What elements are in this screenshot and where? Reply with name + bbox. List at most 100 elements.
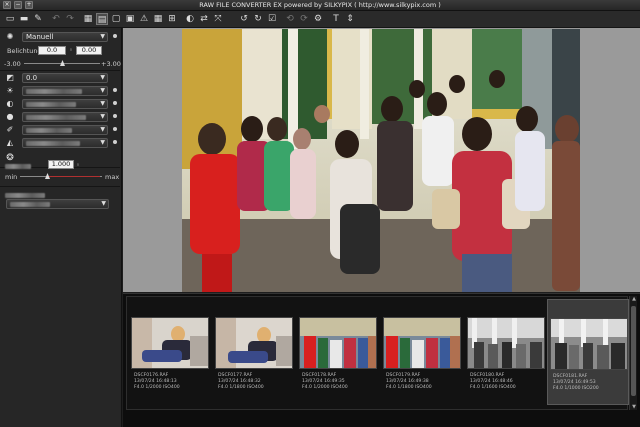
thumbnail-item[interactable]: DSCF0177.RAF 13/07/24 16:48:32 F4.0 1/18… [213,299,295,405]
divider [0,70,120,71]
scroll-up-icon[interactable]: ▲ [630,296,638,302]
thumbnail-exif: F4.0 1/1800 ISO400 [386,385,432,390]
scroll-down-icon[interactable]: ▼ [630,404,638,410]
reset-dot[interactable] [113,88,117,92]
chevron-down-icon: ▼ [101,200,106,207]
half-circle-icon: ◐ [6,99,14,108]
eraser-icon[interactable]: ✎ [32,13,44,25]
reset-dot[interactable] [113,127,117,131]
color-row: ● ▼ [0,111,122,123]
thumbnail-image [550,318,628,370]
thumbnail-item[interactable]: DSCF0178.RAF 13/07/24 16:49:35 F4.0 1/20… [297,299,379,405]
filmstrip: DSCF0176.RAF 13/07/24 16:48:13 F4.0 1/20… [123,293,640,427]
thumbnail-item[interactable]: DSCF0176.RAF 13/07/24 16:48:13 F4.0 1/20… [129,299,211,405]
thumbnail-item-selected[interactable]: DSCF0181.RAF 13/07/24 16:49:53 F4.0 1/10… [547,299,629,405]
belichtung-fine-input[interactable]: 0.00 [76,46,102,55]
max-label: max [105,173,120,181]
chevron-down-icon: ▼ [100,74,105,81]
settings-icon[interactable]: ⚙ [312,13,324,25]
gear-icon: ✺ [6,32,14,41]
text-tool-icon[interactable]: T [330,13,342,25]
output-select[interactable]: ▼ [6,199,109,209]
batch-icon[interactable]: ⟳ [298,13,310,25]
tone-select[interactable]: ▼ [22,99,108,109]
undo-icon[interactable]: ↶ [50,13,62,25]
belichtung-label: Belichtung [7,47,42,55]
gradient-icon: ◭ [6,138,14,147]
preview-photo[interactable] [182,29,580,292]
thumbnail-filename: DSCF0177.RAF [218,373,253,378]
range-min-label: -3.00 [4,60,21,68]
thumbnail-date: 13/07/24 16:48:32 [218,379,261,384]
thumbnail-exif: F4.0 1/1800 ISO400 [218,385,264,390]
tone-row: ◐ ▼ [0,98,122,110]
belichtung-input[interactable]: 0.0 [38,46,66,55]
white-balance-select[interactable]: Manuell ▼ [22,32,108,42]
thumbnail-date: 13/07/24 16:49:35 [302,379,345,384]
thumbnail-exif: F4.0 1/1600 ISO400 [470,385,516,390]
link-icon: ◦ [76,161,80,169]
rotate-left-icon[interactable]: ↺ [238,13,250,25]
color-select[interactable]: ▼ [22,112,108,122]
strength-input[interactable]: 1.000 [48,160,74,169]
folder-open-icon[interactable]: ▭ [4,13,16,25]
save-icon[interactable]: ▬ [18,13,30,25]
fullscreen-icon[interactable]: ▣ [124,13,136,25]
thumbnail-list: DSCF0176.RAF 13/07/24 16:48:13 F4.0 1/20… [126,296,629,410]
check-icon[interactable]: ☑ [266,13,278,25]
main-toolbar: ▭ ▬ ✎ ↶ ↷ ▦ ▤ ▢ ▣ ⚠ ▦ ⊞ ◐ ⇄ ⤧ ↺ ↻ ☑ ⟲ ⟳ … [0,11,640,28]
thumbnail-image [131,317,209,369]
filmstrip-view-icon[interactable]: ▤ [96,13,108,25]
range-max-label: +3.00 [101,60,121,68]
swap-icon[interactable]: ⇄ [198,13,210,25]
thumbnail-item[interactable]: DSCF0179.RAF 13/07/24 16:49:38 F4.0 1/18… [381,299,463,405]
link-icon: ◦ [69,46,73,54]
contrast-icon: ◩ [6,73,14,82]
strength-slider-fill [48,176,100,177]
thumbnail-image [299,317,377,369]
chevron-down-icon: ▼ [100,113,105,120]
thumbnail-exif: F4.0 1/2000 ISO400 [134,385,180,390]
chevron-down-icon: ▼ [100,126,105,133]
preview-area [123,28,640,292]
scrollbar-thumb[interactable] [631,306,636,396]
thumbnail-filename: DSCF0178.RAF [302,373,337,378]
thumbnail-item[interactable]: DSCF0180.RAF 13/07/24 16:48:46 F4.0 1/16… [465,299,547,405]
sharpness-select[interactable]: ▼ [22,86,108,96]
crop-grid-icon[interactable]: ⊞ [166,13,178,25]
white-balance-row: ✺ Manuell ▼ [0,31,122,43]
grid-view-icon[interactable]: ▦ [82,13,94,25]
convert-icon[interactable]: ⤧ [212,13,224,25]
thumbnail-image [467,317,545,369]
divider [0,186,120,187]
thumbnail-filename: DSCF0180.RAF [470,373,505,378]
warning-icon[interactable]: ⚠ [138,13,150,25]
develop-icon[interactable]: ⟲ [284,13,296,25]
navigator-icon[interactable]: ▦ [152,13,164,25]
chevron-down-icon: ▼ [100,87,105,94]
reset-dot[interactable] [113,101,117,105]
lens-row: ◭ ▼ [0,137,122,149]
thumbnail-date: 13/07/24 16:49:53 [553,380,596,385]
lens-select[interactable]: ▼ [22,138,108,148]
reset-dot[interactable] [113,114,117,118]
wb-reset-dot[interactable] [113,34,117,38]
reset-dot[interactable] [113,140,117,144]
window-title: RAW FILE CONVERTER EX powered by SILKYPI… [199,1,441,9]
contrast-select[interactable]: 0.0 ▼ [22,73,108,83]
thumbnail-date: 13/07/24 16:49:38 [386,379,429,384]
rotate-right-icon[interactable]: ↻ [252,13,264,25]
thumbnail-date: 13/07/24 16:48:13 [134,379,177,384]
filmstrip-scrollbar[interactable]: ▲ ▼ [629,296,637,410]
redo-icon[interactable]: ↷ [64,13,76,25]
compare-icon[interactable]: ◐ [184,13,196,25]
noise-select[interactable]: ▼ [22,125,108,135]
pipette-icon: ✐ [6,125,14,134]
min-label: min [5,173,18,181]
thumbnail-filename: DSCF0181.RAF [553,374,588,379]
thumbnail-image [383,317,461,369]
color-wheel-icon: ● [6,112,14,121]
noise-row: ✐ ▼ [0,124,122,136]
resize-icon[interactable]: ⇕ [344,13,356,25]
single-view-icon[interactable]: ▢ [110,13,122,25]
